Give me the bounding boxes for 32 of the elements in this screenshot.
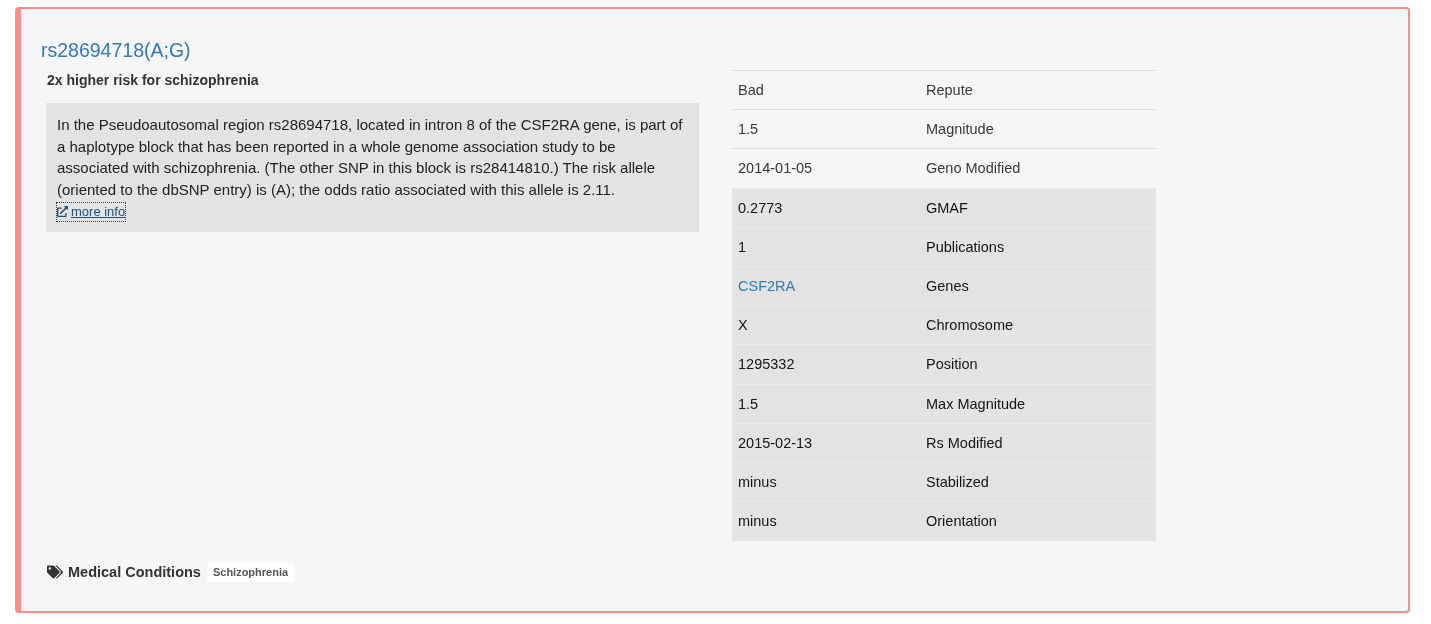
external-link-icon (57, 206, 68, 218)
condition-tag[interactable]: Schizophrenia (206, 562, 295, 582)
table-cell: Publications (920, 227, 1156, 267)
table-cell: Rs Modified (920, 423, 1156, 463)
table-cell: Max Magnitude (920, 384, 1156, 424)
genotype-title-link[interactable]: rs28694718(A;G) (41, 38, 191, 62)
table-cell: Stabilized (920, 462, 1156, 502)
table-cell: Magnitude (920, 109, 1156, 149)
tags-icon (47, 565, 63, 579)
table-cell: Repute (920, 70, 1156, 110)
table-cell: Bad (732, 70, 920, 110)
table-cell: Position (920, 344, 1156, 384)
table-cell: 1 (732, 227, 920, 267)
table-cell: Genes (920, 266, 1156, 306)
table-cell: 2014-01-05 (732, 148, 920, 189)
table-cell: minus (732, 501, 920, 541)
table-cell: GMAF (920, 188, 1156, 228)
table-cell: X (732, 305, 920, 345)
table-cell: Chromosome (920, 305, 1156, 345)
table-cell: 1295332 (732, 344, 920, 384)
summary-text: 2x higher risk for schizophrenia (47, 71, 259, 89)
table-cell: 2015-02-13 (732, 423, 920, 463)
medical-conditions-label: Medical Conditions (68, 563, 201, 582)
table-cell: Geno Modified (920, 148, 1156, 189)
table-cell: 1.5 (732, 384, 920, 424)
table-cell: Orientation (920, 501, 1156, 541)
table-cell: minus (732, 462, 920, 502)
more-info-link[interactable]: more info (57, 202, 126, 221)
description-text: In the Pseudoautosomal region rs28694718, located in intron 8 of the CSF2RA gene, is part of a haplotype block that has been reported in a whole genome association study to be associated with schizophrenia. (The other SNP in this block is rs28414810.) The risk allele (oriented to the dbSNP entry) is (A); the odds ratio associated with this allele is 2.11. (57, 115, 684, 201)
table-cell: 0.2773 (732, 188, 920, 228)
table-cell: 1.5 (732, 109, 920, 149)
gene-link[interactable]: CSF2RA (738, 278, 796, 295)
